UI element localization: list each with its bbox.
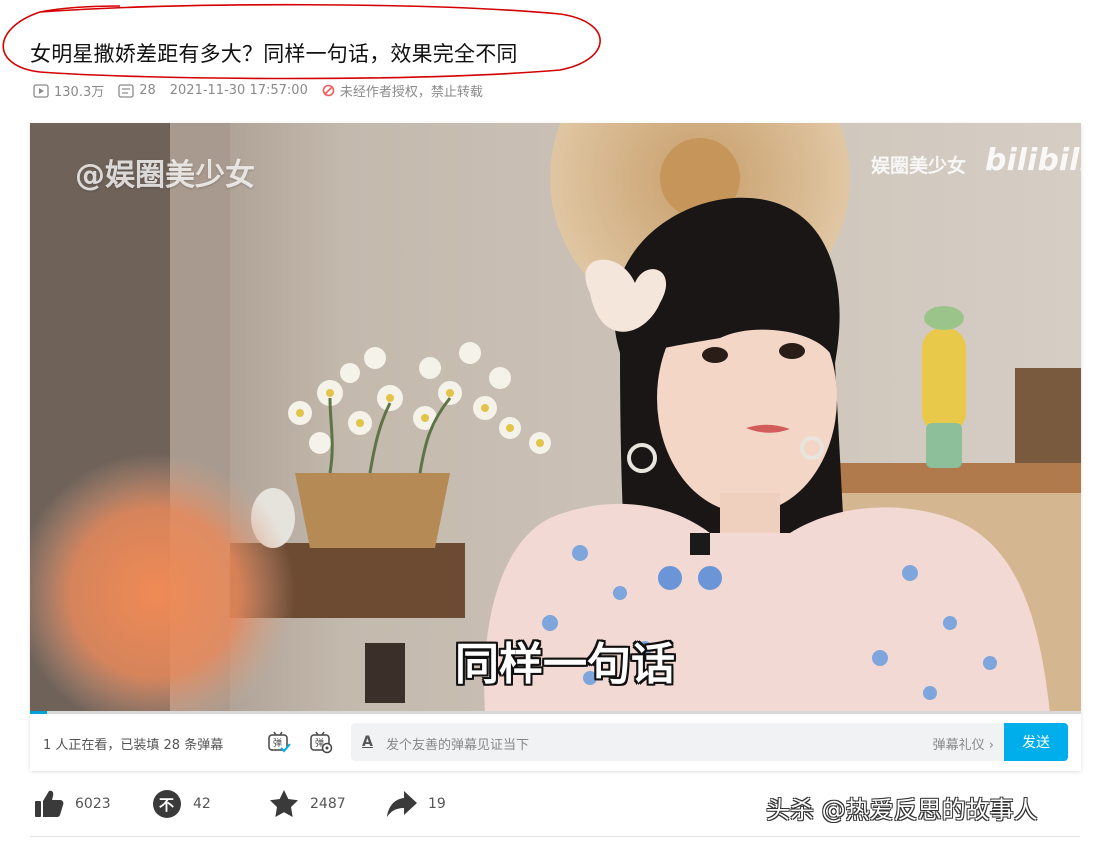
danmaku-settings-icon[interactable]: 弹	[308, 729, 334, 755]
thumbs-up-icon	[35, 790, 64, 817]
play-count: 130.3万	[33, 81, 104, 100]
meta-row: 130.3万 28 2021-11-30 17:57:00 未经作者授权，禁止转…	[33, 81, 497, 100]
viewer-count: 1 人正在看，已装填 28 条弹幕	[43, 738, 224, 753]
like-button[interactable]: 6023	[33, 788, 111, 820]
like-count: 6023	[75, 796, 111, 812]
publish-time: 2021-11-30 17:57:00	[169, 83, 308, 98]
share-count: 19	[428, 796, 446, 812]
svg-text:不: 不	[159, 796, 174, 814]
danmaku-etiquette-link[interactable]: 弹幕礼仪 ›	[933, 734, 994, 753]
bilibili-logo: bilibili	[985, 143, 1081, 178]
share-button[interactable]: 19	[386, 788, 446, 820]
video-card: @娱圈美少女 娱圈美少女 bilibili 同样一句话 1 人正在看，已装填 2…	[30, 123, 1081, 771]
forbidden-icon	[322, 84, 335, 97]
video-watermark-left: @娱圈美少女	[75, 158, 255, 193]
video-frame	[30, 123, 1081, 713]
danmaku-icon	[118, 83, 134, 98]
svg-text:弹: 弹	[273, 737, 282, 749]
comment-count: 28	[118, 83, 156, 98]
danmaku-toggle-icon[interactable]: 弹	[266, 729, 292, 755]
divider	[30, 836, 1080, 837]
article-title: 女明星撒娇差距有多大？同样一句话，效果完全不同	[30, 42, 518, 66]
coin-icon: 不	[153, 790, 181, 818]
video-subtitle: 同样一句话	[455, 639, 675, 690]
favorite-count: 2487	[310, 796, 346, 812]
copyright-notice: 未经作者授权，禁止转载	[322, 81, 483, 100]
danmaku-input-placeholder: 发个友善的弹幕见证当下	[386, 738, 530, 753]
font-style-icon[interactable]: A	[362, 734, 373, 750]
dislike-count: 42	[193, 796, 211, 812]
star-icon	[270, 790, 298, 817]
source-watermark: 头杀 @热爱反思的故事人	[766, 796, 1038, 824]
favorite-button[interactable]: 2487	[268, 788, 346, 820]
video-player[interactable]: @娱圈美少女 娱圈美少女 bilibili 同样一句话	[30, 123, 1081, 713]
danmaku-input[interactable]: A 发个友善的弹幕见证当下 弹幕礼仪 ›	[351, 723, 1004, 761]
dislike-button[interactable]: 不 42	[151, 788, 211, 820]
danmaku-bar: 1 人正在看，已装填 28 条弹幕 弹 弹 A 发个友善的弹幕见证当下 弹幕礼仪…	[30, 714, 1081, 771]
video-watermark-right: 娱圈美少女	[871, 155, 967, 177]
share-arrow-icon	[387, 791, 417, 817]
send-button[interactable]: 发送	[1004, 723, 1068, 761]
play-icon	[33, 83, 49, 98]
